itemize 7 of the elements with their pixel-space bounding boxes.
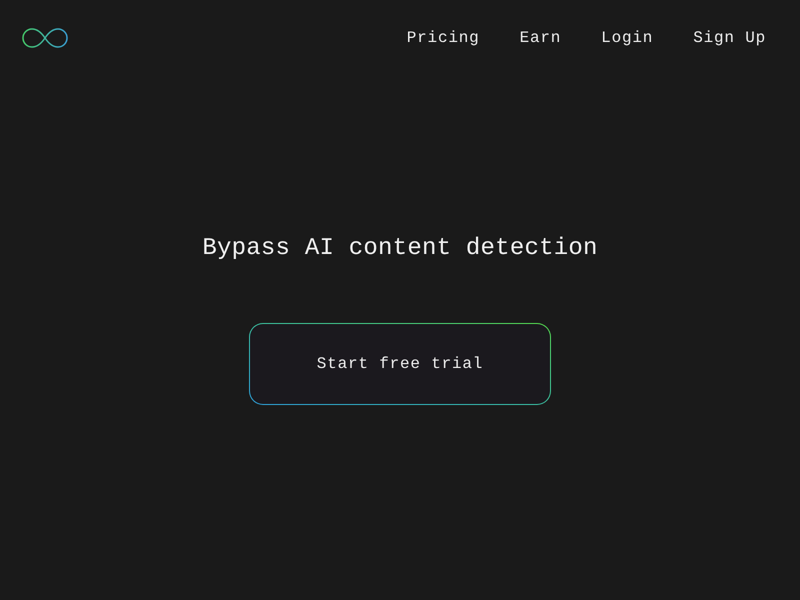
nav-link[interactable]: Pricing [406,26,480,50]
start-trial-button[interactable]: Start free trial [249,323,551,405]
infinity-logo-icon[interactable] [21,27,69,49]
hero-heading: Bypass AI content detection [202,234,598,264]
nav-link[interactable]: Login [601,26,654,50]
nav-link[interactable]: Earn [520,26,562,50]
nav-link[interactable]: Sign Up [693,26,766,50]
